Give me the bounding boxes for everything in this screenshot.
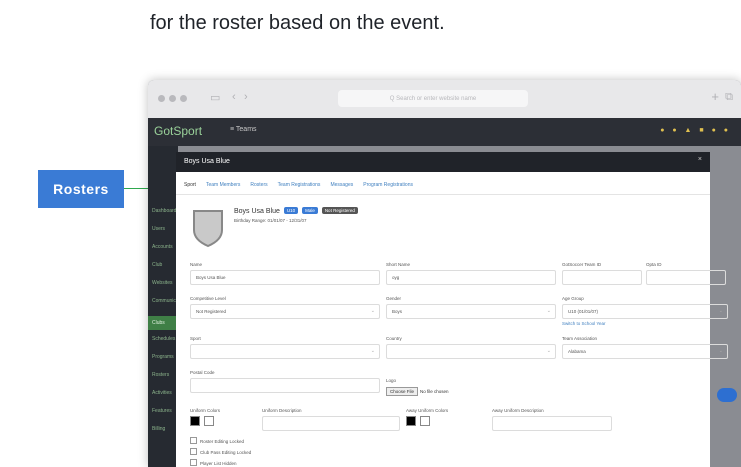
gender-label: Gender <box>386 296 402 301</box>
choose-file-button[interactable]: Choose File <box>386 387 419 396</box>
chevron-down-icon: ⌄ <box>370 308 375 314</box>
logo-label: Logo <box>386 378 397 383</box>
new-tab-icon[interactable]: + <box>711 89 719 104</box>
rosters-callout: Rosters <box>38 170 124 208</box>
postal-code-label: Postal Code <box>190 370 215 375</box>
short-name-field[interactable]: oyg <box>386 270 556 285</box>
age-badge: U10 <box>283 207 299 214</box>
sidebar-item[interactable]: Websites <box>152 280 172 286</box>
sport-label: Sport <box>190 336 201 341</box>
away-secondary-color[interactable] <box>420 416 430 426</box>
age-group-label: Age Group <box>562 296 584 301</box>
section-title: ≡ Teams <box>230 126 257 133</box>
tab-team-members[interactable]: Team Members <box>206 182 240 188</box>
chevron-down-icon: ⌄ <box>546 308 551 314</box>
header-icons[interactable]: ● ● ▲ ■ ● ● <box>660 127 731 134</box>
back-icon[interactable]: ‹ <box>232 91 236 103</box>
gotsport-logo[interactable]: GotSport <box>154 124 202 138</box>
association-label: Team Association <box>562 336 598 341</box>
sidebar-item[interactable]: Users <box>152 226 165 232</box>
level-label: Competitive Level <box>190 296 226 301</box>
team-modal: Boys Usa Blue × Sport Team Members Roste… <box>176 152 728 467</box>
tab-sport[interactable]: Sport <box>184 182 196 188</box>
away-description-field[interactable] <box>492 416 612 431</box>
uniform-description-field[interactable] <box>262 416 400 431</box>
postal-code-field[interactable] <box>190 378 380 393</box>
tabs-overview-icon[interactable]: ⧉ <box>725 91 733 104</box>
team-name: Boys Usa Blue U10 Male Not Registered <box>234 207 358 215</box>
gender-badge: Male <box>302 207 318 214</box>
gotsoccer-id-label: GotSoccer Team ID <box>562 262 602 267</box>
sidebar-item[interactable]: Billing <box>152 426 165 432</box>
association-select[interactable]: Alabama ⌄ <box>562 344 728 359</box>
browser-chrome: ▭ ‹ › Q Search or enter website name + ⧉ <box>148 80 741 118</box>
player-list-hidden-checkbox[interactable]: Player List Hidden <box>190 459 237 466</box>
sidebar-item[interactable]: Activities <box>152 390 172 396</box>
chevron-down-icon: ⌄ <box>718 348 723 354</box>
short-name-label: Short Name <box>386 262 411 267</box>
country-select[interactable]: ⌄ <box>386 344 556 359</box>
status-badge: Not Registered <box>321 207 358 214</box>
tab-rosters[interactable]: Rosters <box>250 182 267 188</box>
modal-tabs: Sport Team Members Rosters Team Registra… <box>184 182 413 188</box>
away-primary-color[interactable] <box>406 416 416 426</box>
no-file-text: No file chosen <box>420 389 449 394</box>
sport-select[interactable]: ⌄ <box>190 344 380 359</box>
sidebar-item[interactable]: Clubs <box>152 320 165 326</box>
away-colors-label: Away Uniform Colors <box>406 408 449 413</box>
browser-window: ▭ ‹ › Q Search or enter website name + ⧉… <box>148 80 741 467</box>
background-action-button[interactable] <box>717 388 737 402</box>
url-bar[interactable]: Q Search or enter website name <box>338 90 528 107</box>
sidebar: Dashboard Users Accounts Club Websites C… <box>148 146 189 467</box>
app-header: GotSport ≡ Teams ● ● ▲ ■ ● ● <box>148 118 741 146</box>
age-group-select[interactable]: U10 (01/01/07) ⌄ <box>562 304 728 319</box>
uniform-description-label: Uniform Description <box>262 408 302 413</box>
close-dot[interactable] <box>158 95 165 102</box>
tab-program-registrations[interactable]: Program Registrations <box>363 182 413 188</box>
forward-icon[interactable]: › <box>244 91 248 103</box>
chevron-down-icon: ⌄ <box>718 308 723 314</box>
gotsoccer-id-field[interactable] <box>562 270 642 285</box>
modal-title: Boys Usa Blue <box>184 158 230 165</box>
sidebar-item[interactable]: Accounts <box>152 244 173 250</box>
sidebar-item[interactable]: Club <box>152 262 162 268</box>
birthday-range: Birthday Range: 01/01/07 - 12/31/07 <box>234 218 307 223</box>
tab-divider <box>176 194 710 195</box>
minimize-dot[interactable] <box>169 95 176 102</box>
club-pass-locked-checkbox[interactable]: Club Pass Editing Locked <box>190 448 251 455</box>
opta-id-field[interactable] <box>646 270 726 285</box>
sidebar-item[interactable]: Rosters <box>152 372 169 378</box>
chevron-down-icon: ⌄ <box>546 348 551 354</box>
tab-messages[interactable]: Messages <box>330 182 353 188</box>
country-label: Country <box>386 336 402 341</box>
uniform-secondary-color[interactable] <box>204 416 214 426</box>
sidebar-item[interactable]: Dashboard <box>152 208 176 214</box>
modal-header: Boys Usa Blue × <box>176 152 710 172</box>
away-description-label: Away Uniform Description <box>492 408 544 413</box>
tab-team-registrations[interactable]: Team Registrations <box>278 182 321 188</box>
level-select[interactable]: Not Registered ⌄ <box>190 304 380 319</box>
close-icon[interactable]: × <box>698 156 702 163</box>
uniform-primary-color[interactable] <box>190 416 200 426</box>
caption-text: for the roster based on the event. <box>150 12 445 34</box>
name-field[interactable]: Boys Usa Blue <box>190 270 380 285</box>
roster-locked-checkbox[interactable]: Roster Editing Locked <box>190 437 244 444</box>
sidebar-item[interactable]: Schedules <box>152 336 175 342</box>
name-label: Name <box>190 262 203 267</box>
gender-select[interactable]: Boys ⌄ <box>386 304 556 319</box>
chevron-down-icon: ⌄ <box>370 348 375 354</box>
opta-id-label: Opta ID <box>646 262 662 267</box>
sidebar-item[interactable]: Programs <box>152 354 174 360</box>
logo-file-chooser[interactable]: Choose File No file chosen <box>386 387 449 396</box>
uniform-colors-label: Uniform Colors <box>190 408 221 413</box>
team-shield-icon <box>193 210 223 248</box>
sidebar-toggle-icon[interactable]: ▭ <box>210 91 220 104</box>
sidebar-item[interactable]: Features <box>152 408 172 414</box>
switch-school-year-link[interactable]: Switch to School Year <box>562 321 606 326</box>
maximize-dot[interactable] <box>180 95 187 102</box>
